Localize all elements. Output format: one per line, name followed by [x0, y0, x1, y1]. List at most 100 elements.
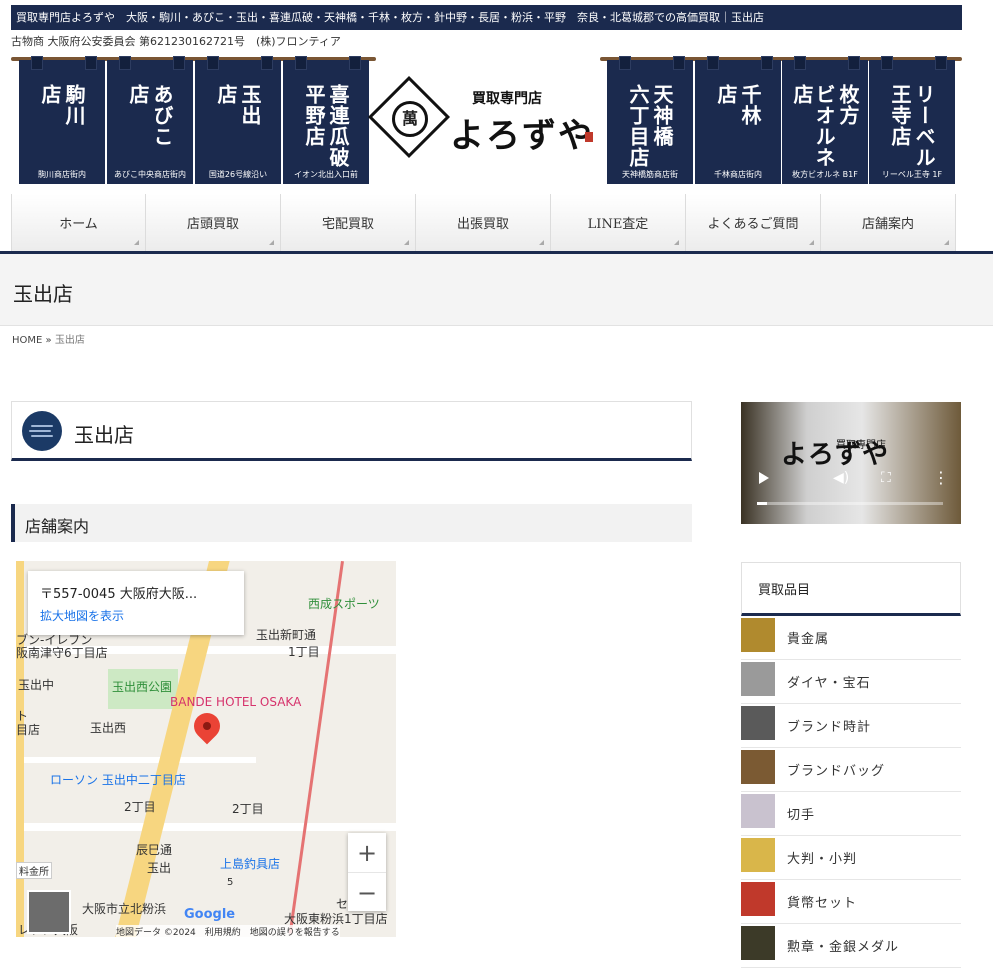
nav-label: 店舗案内 [861, 217, 914, 232]
list-item[interactable]: 貨幣セット [741, 880, 961, 924]
noren-name-column: 枚方 [836, 84, 860, 126]
google-map[interactable]: 西成スポーツ 玉出新町通 1丁目 ブン-イレブン 阪南津守6丁目店 玉出中 玉出… [16, 561, 396, 937]
noren-name-column: 天神橋 [650, 84, 674, 147]
noren-left-0[interactable]: 駒川店駒川商店街内 [19, 56, 105, 184]
map-railway [288, 561, 344, 934]
noren-store-name: 天神橋 六丁目店 [607, 84, 693, 169]
page-title-band: 玉出店 [0, 254, 993, 326]
noren-right-3[interactable]: リーベル 王寺店 リーベル王寺 1F [869, 56, 955, 184]
nav-line-appraisal[interactable]: LINE査定 [551, 194, 686, 251]
map-label: 2丁目 [124, 800, 156, 814]
corner-triangle-icon [809, 240, 814, 245]
noren-location: イオン北出入口前 [294, 170, 358, 179]
corner-triangle-icon [269, 240, 274, 245]
play-icon[interactable] [759, 472, 769, 484]
nav-delivery-buyback[interactable]: 宅配買取 [281, 194, 416, 251]
site-top-bar: 買取専門店よろずや 大阪・駒川・あびこ・玉出・喜連瓜破・天神橋・千林・枚方・針中… [11, 5, 962, 30]
logo-subtitle: 買取専門店 [472, 91, 542, 107]
map-satellite-toggle[interactable] [27, 890, 71, 934]
map-toll-chip: 料金所 [16, 862, 52, 879]
noren-store-name: あびこ店 [107, 84, 193, 169]
list-item[interactable]: 大判・小判 [741, 836, 961, 880]
list-item[interactable]: ブランドバッグ [741, 748, 961, 792]
noren-name-column: 店 [214, 84, 238, 105]
category-thumbnail [741, 794, 775, 828]
category-thumbnail [741, 926, 775, 960]
site-logo[interactable]: 萬 買取専門店 よろずや [367, 70, 595, 160]
list-item[interactable]: ブランド時計 [741, 704, 961, 748]
zoom-in-button[interactable]: + [348, 833, 386, 873]
map-enlarge-link[interactable]: 拡大地図を表示 [40, 607, 124, 624]
license-line: 古物商 大阪府公安委員会 第621230162721号 (株)フロンティア [11, 35, 341, 48]
map-label: 玉出中 [18, 678, 55, 692]
noren-right-2[interactable]: 枚方 ビオルネ店枚方ビオルネ B1F [782, 56, 868, 184]
noren-name-column: ビオルネ店 [790, 84, 836, 168]
map-road [16, 823, 396, 831]
noren-right-1[interactable]: 千林店千林商店街内 [695, 56, 781, 184]
noren-store-name: 千林店 [695, 84, 781, 169]
map-zoom-controls: + − [348, 833, 386, 911]
corner-triangle-icon [539, 240, 544, 245]
noren-left-3[interactable]: 喜連瓜破 平野店 イオン北出入口前 [283, 56, 369, 184]
video-logo-name: よろずや [781, 440, 890, 470]
category-label: 大判・小判 [787, 852, 858, 867]
nav-faq[interactable]: よくあるご質問 [686, 194, 821, 251]
breadcrumb-home-link[interactable]: HOME [12, 335, 42, 346]
map-label: 玉出 [147, 861, 172, 875]
map-label: 5 [227, 877, 234, 888]
nav-store-buyback[interactable]: 店頭買取 [146, 194, 281, 251]
noren-left-2[interactable]: 玉出店国道26号線沿い [195, 56, 281, 184]
map-label: BANDE HOTEL OSAKA [170, 695, 302, 709]
noren-name-column: リーベル [912, 84, 936, 168]
map-place-card: 〒557-0045 大阪府大阪... 拡大地図を表示 [28, 571, 244, 635]
category-label: ダイヤ・宝石 [787, 676, 871, 691]
noren-hook-icon [173, 56, 185, 70]
corner-triangle-icon [674, 240, 679, 245]
category-label: ブランド時計 [787, 720, 872, 735]
noren-hook-icon [85, 56, 97, 70]
map-label: 玉出西公園 [112, 680, 173, 694]
list-item[interactable]: 勲章・金銀メダル [741, 924, 961, 968]
nav-home[interactable]: ホーム [11, 194, 146, 251]
nav-label: LINE査定 [587, 217, 649, 232]
category-label: 勲章・金銀メダル [787, 940, 900, 955]
noren-store-name: 玉出店 [195, 84, 281, 169]
map-label: 2丁目 [232, 802, 264, 816]
noren-store-name: 喜連瓜破 平野店 [283, 84, 369, 169]
promo-video[interactable]: 買取専門店 よろずや ◀) ⛶ ⋮ [741, 402, 961, 524]
noren-name-column: 六丁目店 [626, 84, 650, 168]
map-footer: 地図データ ©2024 利用規約 地図の誤りを報告する [116, 925, 340, 937]
fullscreen-icon[interactable]: ⛶ [881, 470, 891, 486]
noren-location: 国道26号線沿い [208, 170, 268, 179]
map-pin-icon[interactable] [188, 707, 226, 745]
page-title: 玉出店 [13, 282, 73, 306]
map-label: 辰巳通 [136, 843, 173, 857]
noren-location: 枚方ビオルネ B1F [792, 170, 858, 179]
noren-left-1[interactable]: あびこ店あびこ中央商店街内 [107, 56, 193, 184]
logo-name: よろずや [450, 116, 594, 156]
volume-icon[interactable]: ◀) [833, 470, 849, 486]
list-item[interactable]: 貴金属 [741, 616, 961, 660]
more-options-icon[interactable]: ⋮ [933, 468, 949, 487]
nav-store-info[interactable]: 店舗案内 [821, 194, 956, 251]
noren-location: 駒川商店街内 [38, 170, 86, 179]
nav-label: 宅配買取 [321, 217, 374, 232]
nav-label: ホーム [59, 217, 98, 232]
noren-name-column: 王寺店 [888, 84, 912, 147]
logo-seal [585, 132, 593, 142]
category-label: 貴金属 [787, 632, 830, 647]
nav-visit-buyback[interactable]: 出張買取 [416, 194, 551, 251]
noren-location: あびこ中央商店街内 [114, 170, 186, 179]
list-item[interactable]: ダイヤ・宝石 [741, 660, 961, 704]
zoom-out-button[interactable]: − [348, 873, 386, 912]
noren-hook-icon [935, 56, 947, 70]
breadcrumb-current: 玉出店 [54, 335, 85, 346]
noren-store-name: リーベル 王寺店 [869, 84, 955, 169]
buyback-category-list: 貴金属 ダイヤ・宝石 ブランド時計 ブランドバッグ 切手 大判・小判 貨幣セット… [741, 616, 961, 968]
list-item[interactable]: 切手 [741, 792, 961, 836]
noren-right-0[interactable]: 天神橋 六丁目店 天神橋筋商店街 [607, 56, 693, 184]
category-label: ブランドバッグ [787, 764, 886, 779]
breadcrumb-separator: » [45, 335, 52, 346]
category-label: 貨幣セット [787, 896, 858, 911]
video-progress-bar[interactable] [757, 502, 943, 505]
